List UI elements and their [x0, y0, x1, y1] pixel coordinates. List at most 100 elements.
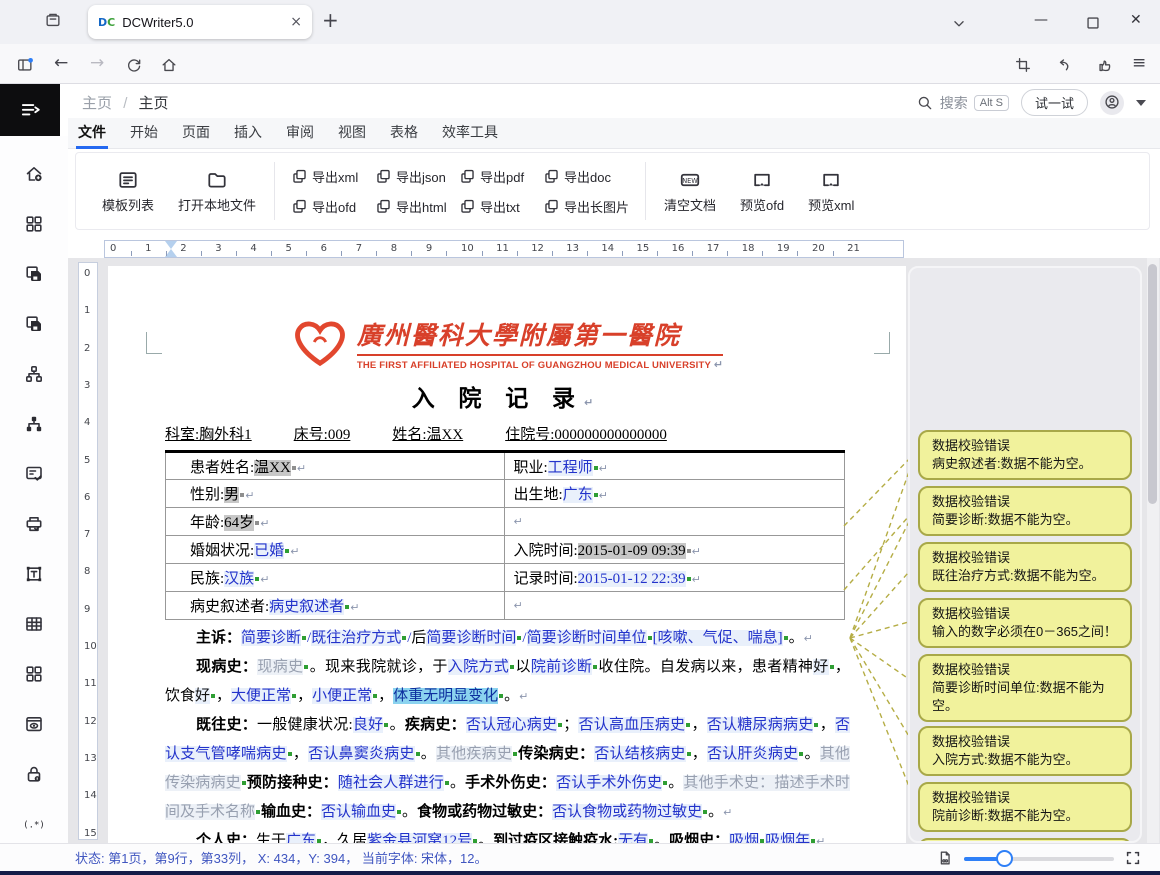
- table-cell[interactable]: 患者姓名:温XX↵: [166, 452, 505, 480]
- sidebar-table-grid-icon[interactable]: [24, 614, 44, 634]
- thumbs-up-icon[interactable]: [1096, 55, 1114, 75]
- vertical-ruler[interactable]: 0123456789101112131415: [78, 262, 98, 840]
- table-cell[interactable]: 性别:男↵: [166, 480, 505, 508]
- input-field[interactable]: 否认肝炎病史: [707, 746, 798, 762]
- input-field[interactable]: 紫金县河窝12号: [367, 833, 472, 843]
- back-button[interactable]: ←: [54, 53, 68, 73]
- home-icon[interactable]: [160, 55, 178, 75]
- readonly-field[interactable]: 男: [224, 487, 239, 503]
- tab-list-chevron-icon[interactable]: [950, 15, 968, 33]
- breadcrumb-root[interactable]: 主页: [82, 95, 112, 112]
- table-cell[interactable]: 出生地:广东↵: [505, 480, 845, 508]
- input-field[interactable]: 小便正常: [312, 688, 372, 704]
- minimize-button[interactable]: —: [1034, 12, 1048, 28]
- input-field[interactable]: 好: [195, 688, 210, 704]
- export-button[interactable]: 导出长图片: [543, 193, 639, 219]
- open-local-file-button[interactable]: 打开本地文件: [166, 169, 268, 214]
- info-field[interactable]: 住院号:000000000000000: [505, 423, 667, 444]
- record-paragraph[interactable]: 个人史：生于广东，久居紫金县河窝12号。到过疫区接触疫水:无有。吸烟史：吸烟吸烟…: [165, 827, 850, 843]
- validation-error-card[interactable]: 数据校验错误简要诊断时间单位:数据不能为空。: [918, 654, 1132, 722]
- info-field[interactable]: 科室:胸外科1: [165, 423, 252, 444]
- table-cell[interactable]: 年龄:64岁↵: [166, 508, 505, 536]
- sidebar-toggle-icon[interactable]: [16, 55, 34, 75]
- ribbon-tab-4[interactable]: 插入: [232, 118, 264, 149]
- export-button[interactable]: 导出txt: [459, 193, 543, 219]
- export-button[interactable]: 导出xml: [291, 163, 375, 189]
- export-button[interactable]: 导出doc: [543, 163, 639, 189]
- sidebar-printer-check-icon[interactable]: [24, 514, 44, 534]
- main-menu-button[interactable]: [0, 84, 60, 136]
- ribbon-tab-6[interactable]: 视图: [336, 118, 368, 149]
- validation-error-card[interactable]: 数据校验错误入院方式:数据不能为空。: [918, 726, 1132, 776]
- indent-marker-top[interactable]: [165, 241, 177, 249]
- table-cell[interactable]: 婚姻状况:已婚↵: [166, 536, 505, 564]
- input-field[interactable]: 否认鼻窦炎病史: [308, 746, 414, 762]
- close-button[interactable]: ✕: [1130, 12, 1142, 28]
- account-caret-icon[interactable]: [1136, 100, 1146, 106]
- input-placeholder[interactable]: 其他疾病史: [436, 746, 512, 762]
- input-field[interactable]: 2015-01-12 22:39: [578, 571, 686, 587]
- ribbon-tab-3[interactable]: 页面: [180, 118, 212, 149]
- record-paragraph[interactable]: 现病史：现病史。现来我院就诊，于入院方式以院前诊断收住院。自发病以来，患者精神好…: [165, 653, 850, 711]
- info-field[interactable]: 床号:009: [294, 423, 351, 444]
- avatar[interactable]: [1100, 91, 1124, 115]
- table-cell[interactable]: ↵: [505, 592, 845, 620]
- zoom-slider[interactable]: [964, 849, 1114, 867]
- input-field[interactable]: 病史叙述者: [269, 599, 344, 615]
- record-paragraph[interactable]: 既往史：一般健康状况:良好。疾病史：否认冠心病史；否认高血压病史，否认糖尿病病史…: [165, 711, 850, 827]
- input-field[interactable]: 已婚: [254, 543, 284, 559]
- input-field[interactable]: 良好: [353, 717, 384, 733]
- sidebar-lock-icon[interactable]: [24, 764, 44, 784]
- indent-marker-bottom[interactable]: [165, 249, 177, 257]
- input-field[interactable]: 院前诊断: [531, 659, 592, 675]
- ribbon-tab-8[interactable]: 效率工具: [440, 118, 500, 149]
- input-field[interactable]: 汉族: [224, 571, 254, 587]
- input-field[interactable]: 否认冠心病史: [466, 717, 557, 733]
- input-field[interactable]: 吸烟年: [765, 833, 810, 843]
- reload-icon[interactable]: [125, 55, 143, 75]
- maximize-button[interactable]: [1084, 14, 1102, 32]
- validation-error-card[interactable]: 数据校验错误简要诊断:数据不能为空。: [918, 486, 1132, 536]
- input-field[interactable]: 工程师: [548, 460, 593, 476]
- input-field[interactable]: 无有: [618, 833, 648, 843]
- input-field[interactable]: 否认输血史: [321, 804, 396, 820]
- document-scrollbar[interactable]: [1147, 258, 1159, 843]
- ribbon-tab-1[interactable]: 文件: [76, 118, 108, 149]
- fullscreen-icon[interactable]: [1124, 849, 1142, 867]
- table-cell[interactable]: ↵: [505, 508, 845, 536]
- sidebar-save-copy-icon[interactable]: [24, 264, 44, 284]
- table-cell[interactable]: 记录时间:2015-01-12 22:39↵: [505, 564, 845, 592]
- input-field[interactable]: 简要诊断时间: [426, 630, 516, 646]
- input-field[interactable]: 既往治疗方式: [311, 630, 401, 646]
- preview-xml-button[interactable]: 预览xml: [796, 169, 866, 214]
- sidebar-apps-grid-icon[interactable]: [24, 214, 44, 234]
- input-placeholder[interactable]: 现病史: [257, 659, 303, 675]
- validation-error-card[interactable]: 数据校验错误输入的数字必须在0－365之间！: [918, 598, 1132, 648]
- input-field[interactable]: 否认高血压病史: [578, 717, 685, 733]
- input-field[interactable]: 否认结核病史: [594, 746, 685, 762]
- export-button[interactable]: 导出json: [375, 163, 459, 189]
- input-field[interactable]: 好: [813, 659, 828, 675]
- export-button[interactable]: 导出pdf: [459, 163, 543, 189]
- readonly-field[interactable]: 64岁: [224, 515, 254, 531]
- table-cell[interactable]: 民族:汉族↵: [166, 564, 505, 592]
- scrollbar-thumb[interactable]: [1148, 264, 1157, 504]
- readonly-field[interactable]: 温XX: [254, 460, 291, 476]
- search-input[interactable]: 搜索 Alt S: [916, 93, 1009, 113]
- try-it-button[interactable]: 试一试: [1021, 89, 1088, 116]
- ribbon-tab-2[interactable]: 开始: [128, 118, 160, 149]
- input-field[interactable]: 随社会人群进行: [338, 775, 444, 791]
- input-field[interactable]: [咳嗽、气促、喘息]: [653, 630, 783, 646]
- selected-text[interactable]: 体重无明显变化: [393, 688, 498, 704]
- export-button[interactable]: 导出html: [375, 193, 459, 219]
- sidebar-save-copy-icon[interactable]: [24, 314, 44, 334]
- sidebar-window-preview-icon[interactable]: [24, 714, 44, 734]
- readonly-field[interactable]: 2015-01-09 09:39: [578, 543, 686, 559]
- template-list-button[interactable]: 模板列表: [90, 169, 166, 214]
- document-page[interactable]: 廣州醫科大學附屬第一醫院 THE FIRST AFFILIATED HOSPIT…: [108, 266, 906, 843]
- validation-error-card[interactable]: 数据校验错误院前诊断:数据不能为空。: [918, 782, 1132, 832]
- validation-error-card[interactable]: 数据校验错误既往治疗方式:数据不能为空。: [918, 542, 1132, 592]
- input-field[interactable]: 否认手术外伤史: [556, 775, 662, 791]
- tab-close-icon[interactable]: ×: [290, 14, 302, 30]
- browser-tab[interactable]: DC DCWriter5.0 ×: [88, 5, 312, 39]
